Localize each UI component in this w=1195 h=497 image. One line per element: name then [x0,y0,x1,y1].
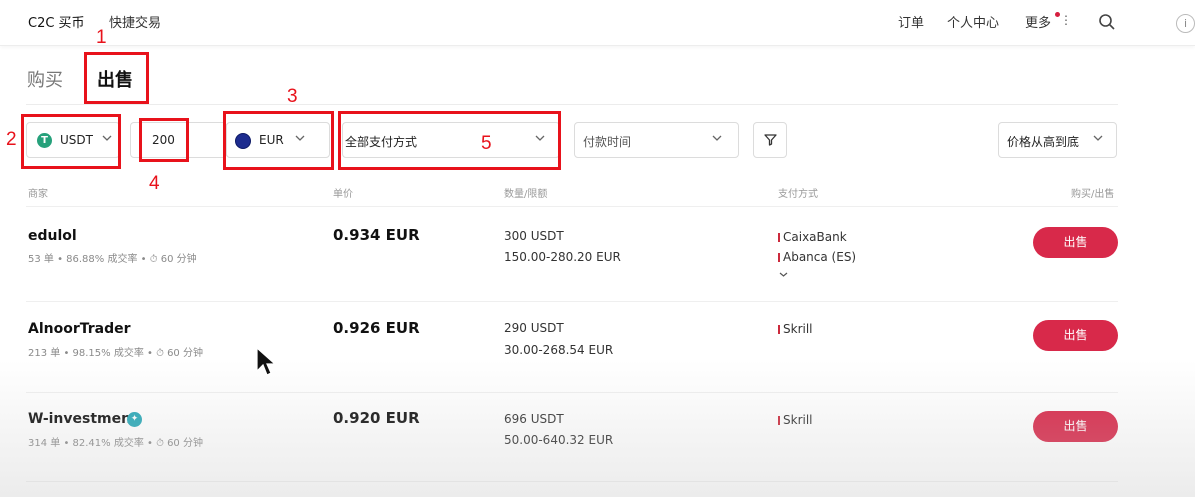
nav-user-center[interactable]: 个人中心 [947,12,999,31]
bottom-fade [0,360,1195,497]
merchant-stats: 314 单 • 82.41% 成交率 • ⏱ 60 分钟 [28,438,203,449]
unit-price: 0.920 EUR [333,409,420,427]
annotation-number-5: 5 [481,133,492,154]
sell-button[interactable]: 出售 [1033,411,1118,442]
payment-method: CaixaBank [778,230,847,244]
annotation-number-2: 2 [6,129,17,150]
column-price: 单价 [333,189,353,200]
annotation-box-2 [21,114,121,169]
quantity: 300 USDT [504,229,564,243]
column-action[interactable]: 购买/出售 [1071,185,1114,200]
mouse-cursor-icon [256,347,276,376]
annotation-box-3 [223,111,334,170]
unit-price: 0.926 EUR [333,319,420,337]
merchant-name[interactable]: W-investment [28,411,138,427]
nav-quick-trade[interactable]: 快捷交易 [109,12,161,31]
limit-range: 30.00-268.54 EUR [504,343,614,357]
tab-buy[interactable]: 购买 [27,66,63,92]
top-navbar: C2C 买币 快捷交易 订单 个人中心 更多 ⋮ [0,0,1195,46]
chevron-down-icon [1093,135,1103,141]
merchant-name[interactable]: AlnoorTrader [28,321,131,337]
quantity: 290 USDT [504,321,564,335]
chevron-down-icon[interactable] [779,271,788,278]
sell-button[interactable]: 出售 [1033,320,1118,351]
nav-orders[interactable]: 订单 [898,12,924,31]
unit-price: 0.934 EUR [333,226,420,244]
limit-range: 150.00-280.20 EUR [504,250,621,264]
funnel-icon [764,134,777,146]
merchant-stats: 213 单 • 98.15% 成交率 • ⏱ 60 分钟 [28,348,203,359]
annotation-number-4: 4 [149,173,160,194]
sell-button[interactable]: 出售 [1033,227,1118,258]
annotation-box-5 [338,111,561,170]
merchant-name[interactable]: edulol [28,228,77,244]
annotation-box-4 [139,118,189,162]
filter-button[interactable] [753,122,787,158]
verified-badge-icon: ✦ [127,412,142,427]
chevron-down-icon [712,135,722,141]
divider [26,392,1118,393]
quantity: 696 USDT [504,412,564,426]
nav-c2c-buy[interactable]: C2C 买币 [28,12,85,31]
payment-time-value: 付款时间 [583,135,632,149]
divider [26,481,1118,482]
annotation-number-1: 1 [96,27,107,48]
column-qty-limit: 数量/限额 [504,189,548,200]
info-icon[interactable]: i [1176,14,1195,33]
divider [26,104,1118,105]
annotation-box-1 [84,52,149,104]
kebab-icon[interactable]: ⋮ [1060,13,1072,27]
annotation-number-3: 3 [287,86,298,107]
search-icon[interactable] [1098,13,1116,35]
sort-select[interactable]: 价格从高到底 [998,122,1117,158]
column-merchant: 商家 [28,189,48,200]
payment-method: Skrill [778,413,813,427]
limit-range: 50.00-640.32 EUR [504,433,614,447]
payment-method: Abanca (ES) [778,250,856,264]
merchant-stats: 53 单 • 86.88% 成交率 • ⏱ 60 分钟 [28,254,197,265]
divider [26,301,1118,302]
payment-time-select[interactable]: 付款时间 [574,122,739,158]
divider [26,206,1118,207]
payment-method: Skrill [778,322,813,336]
nav-more[interactable]: 更多 [1025,12,1051,31]
column-payment: 支付方式 [778,189,818,200]
sort-value: 价格从高到底 [1007,135,1080,149]
